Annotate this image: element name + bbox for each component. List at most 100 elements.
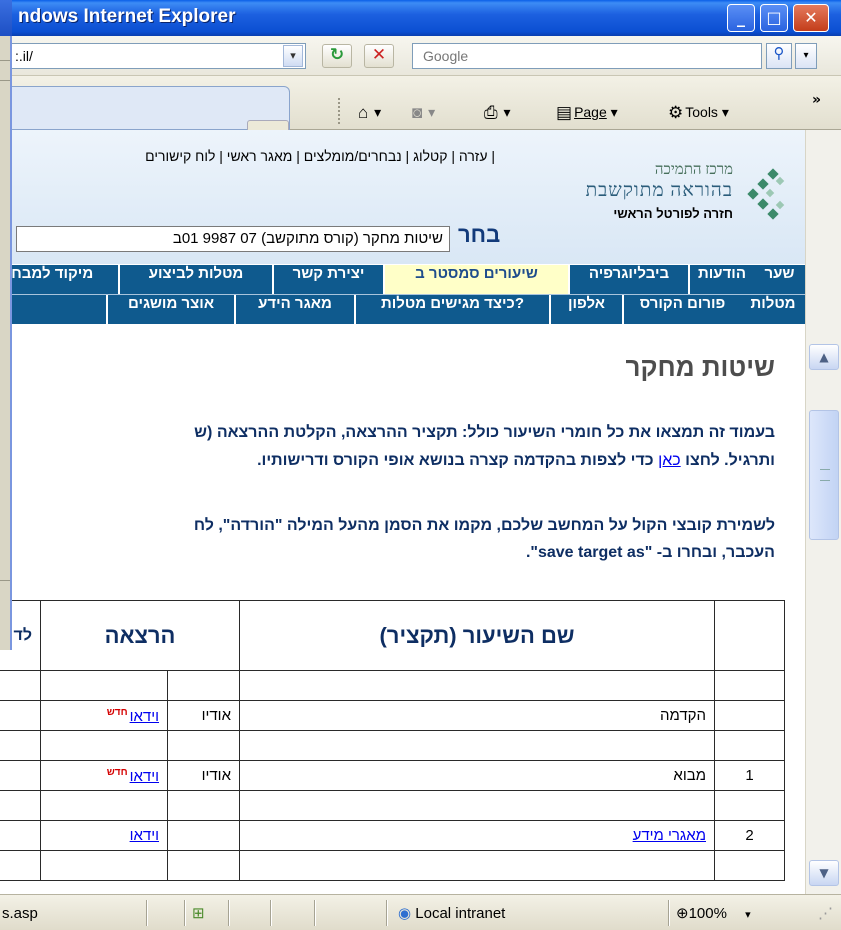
row-num: 2 (714, 820, 785, 851)
home-button[interactable]: ⌂ ▾ (358, 98, 381, 126)
nav-item-directory[interactable]: אלפון (549, 295, 622, 324)
status-divider (184, 900, 186, 926)
nav-item-glossary[interactable]: אוצר מושגים (106, 295, 234, 324)
row-num (714, 700, 785, 731)
new-badge: חדש (106, 766, 128, 778)
new-badge: חדש (106, 706, 128, 718)
row-name: הקדמה (239, 700, 715, 731)
intranet-globe-icon: ◉ (398, 905, 412, 922)
row-video-link[interactable]: וידאו (130, 708, 159, 725)
more-chevron-button[interactable]: » (812, 92, 821, 108)
nav-item-lessons[interactable]: שיעורים סמסטר ב (383, 265, 568, 294)
course-select[interactable]: שיטות מחקר (קורס מתוקשב) 07 9987 01ב (16, 226, 450, 252)
scroll-up-button[interactable]: ▲ (809, 344, 839, 370)
home-icon: ⌂ (358, 103, 369, 123)
toolbar-separator (338, 98, 340, 124)
page-label: Page (574, 104, 607, 120)
status-divider (228, 900, 230, 926)
zoom-dropdown-arrow[interactable]: ▾ (745, 909, 751, 921)
print-dropdown-arrow[interactable]: ▾ (504, 104, 511, 120)
table-row: הקדמה אודיו וידאוחדש (0, 700, 785, 731)
stop-button[interactable]: ✕ (364, 44, 394, 68)
status-divider (668, 900, 670, 926)
feeds-button[interactable]: ◙ ▾ (412, 98, 435, 126)
intro-paragraph-line2: ותרגיל. לחצו כאן כדי לצפות בהקדמה קצרה ב… (0, 448, 775, 474)
row-name: מבוא (239, 760, 715, 791)
search-provider-dropdown[interactable]: ▾ (795, 43, 817, 69)
browser-window: ndows Internet Explorer _ □ ✕ :.il/ ▾ ↻ … (0, 0, 841, 930)
page-icon: ▤ (556, 103, 573, 123)
stop-icon: ✕ (371, 45, 387, 65)
main-nav: שער הודעות ביבליוגרפיה שיעורים סמסטר ב י… (0, 264, 805, 294)
nav-item-exam-focus[interactable]: מיקוד למבחן (0, 265, 118, 294)
intro-text-before: ותרגיל. לחצו (680, 452, 775, 469)
vertical-scrollbar[interactable]: ▲ ▼ (805, 130, 841, 894)
home-dropdown-arrow[interactable]: ▾ (374, 104, 381, 120)
nav-item-tasks[interactable]: מטלות (741, 295, 805, 324)
title-bar[interactable]: ndows Internet Explorer _ □ ✕ (0, 0, 841, 36)
download-paragraph-line1: לשמירת קובצי הקול על המחשב שלכם, מקמו את… (193, 517, 775, 534)
row-video-cell: וידאוחדש (40, 760, 168, 791)
intro-here-link[interactable]: כאן (658, 452, 681, 469)
table-row: 2 מאגרי מידע וידאו (0, 820, 785, 851)
nav-item-gate[interactable]: שער (754, 265, 805, 294)
divider (0, 80, 10, 81)
status-divider (146, 900, 148, 926)
search-button[interactable]: ⚲ (766, 43, 792, 69)
nav-item-knowledge-base[interactable]: מאגר הידע (234, 295, 354, 324)
nav-item-course-forum[interactable]: פורום הקורס (622, 295, 741, 324)
choose-label: בחר (458, 222, 501, 247)
background-window-titlebar[interactable] (0, 0, 12, 36)
zone-label: Local intranet (415, 905, 506, 922)
scroll-down-button[interactable]: ▼ (809, 860, 839, 886)
nav-item-how-to-submit[interactable]: כיצד מגישים מטלות? (354, 295, 549, 324)
chevron-up-icon: ▲ (819, 350, 829, 364)
row-video-link[interactable]: וידאו (130, 768, 159, 785)
secondary-nav: מטלות פורום הקורס אלפון כיצד מגישים מטלו… (0, 294, 805, 324)
minimize-button[interactable]: _ (727, 4, 755, 32)
address-bar-row: :.il/ ▾ ↻ ✕ Google ⚲ ▾ (0, 36, 841, 76)
nav-item-assignments[interactable]: מטלות לביצוע (118, 265, 272, 294)
address-input[interactable]: :.il/ (10, 43, 306, 69)
maximize-button[interactable]: □ (760, 4, 788, 32)
back-to-portal-link[interactable]: חזרה לפורטל הראשי (613, 206, 733, 221)
zoom-icon: ⊕ (676, 905, 689, 922)
site-header: | עזרה | קטלוג | נבחרים/מומלצים | מאגר ר… (0, 130, 805, 264)
tools-label: Tools (685, 104, 718, 120)
address-dropdown-button[interactable]: ▾ (283, 45, 303, 67)
close-button[interactable]: ✕ (793, 4, 829, 32)
window-title: ndows Internet Explorer (18, 6, 236, 27)
zoom-control[interactable]: ⊕100% ▾ (676, 901, 751, 927)
thumb-grip (820, 469, 830, 481)
command-bar: ⌂ ▾ ◙ ▾ ⎙ ▾ ▤ Page ▾ ⚙ Tools ▾ » (0, 76, 841, 150)
page-menu-button[interactable]: ▤ Page ▾ (556, 98, 618, 126)
background-window-edge[interactable] (0, 0, 12, 650)
nav-item-contact[interactable]: יצירת קשר (272, 265, 383, 294)
row-video-link[interactable]: וידאו (130, 827, 159, 844)
row-name-link[interactable]: מאגרי מידע (633, 827, 706, 844)
nav-item-bibliography[interactable]: ביבליוגרפיה (568, 265, 688, 294)
scroll-thumb[interactable] (809, 410, 839, 540)
refresh-button[interactable]: ↻ (322, 44, 352, 68)
nav-item-announcements[interactable]: הודעות (688, 265, 754, 294)
table-header-name: שם השיעור (תקציר) (239, 600, 715, 671)
status-divider (270, 900, 272, 926)
print-button[interactable]: ⎙ ▾ (484, 98, 511, 126)
table-spacer-row (0, 850, 785, 881)
row-audio[interactable]: אודיו (167, 700, 240, 731)
popup-blocker-icon[interactable]: ⊞ (192, 901, 205, 927)
site-logo[interactable]: מרכז התמיכה בהוראה מתוקשבת חזרה לפורטל ה… (575, 158, 805, 238)
tools-menu-button[interactable]: ⚙ Tools ▾ (668, 98, 729, 126)
table-spacer-row (0, 730, 785, 761)
divider (0, 60, 10, 61)
logo-line1: מרכז התמיכה (654, 162, 733, 178)
page-title: שיטות מחקר (625, 352, 775, 382)
feeds-dropdown-arrow[interactable]: ▾ (428, 104, 435, 120)
search-input[interactable]: Google (412, 43, 762, 69)
row-audio[interactable]: אודיו (167, 760, 240, 791)
status-divider (386, 900, 388, 926)
resize-grip-icon[interactable]: ⋰ (818, 901, 833, 927)
top-links[interactable]: | עזרה | קטלוג | נבחרים/מומלצים | מאגר ר… (145, 148, 495, 164)
status-url: s.asp (2, 905, 38, 922)
security-zone[interactable]: ◉ Local intranet (398, 901, 505, 927)
